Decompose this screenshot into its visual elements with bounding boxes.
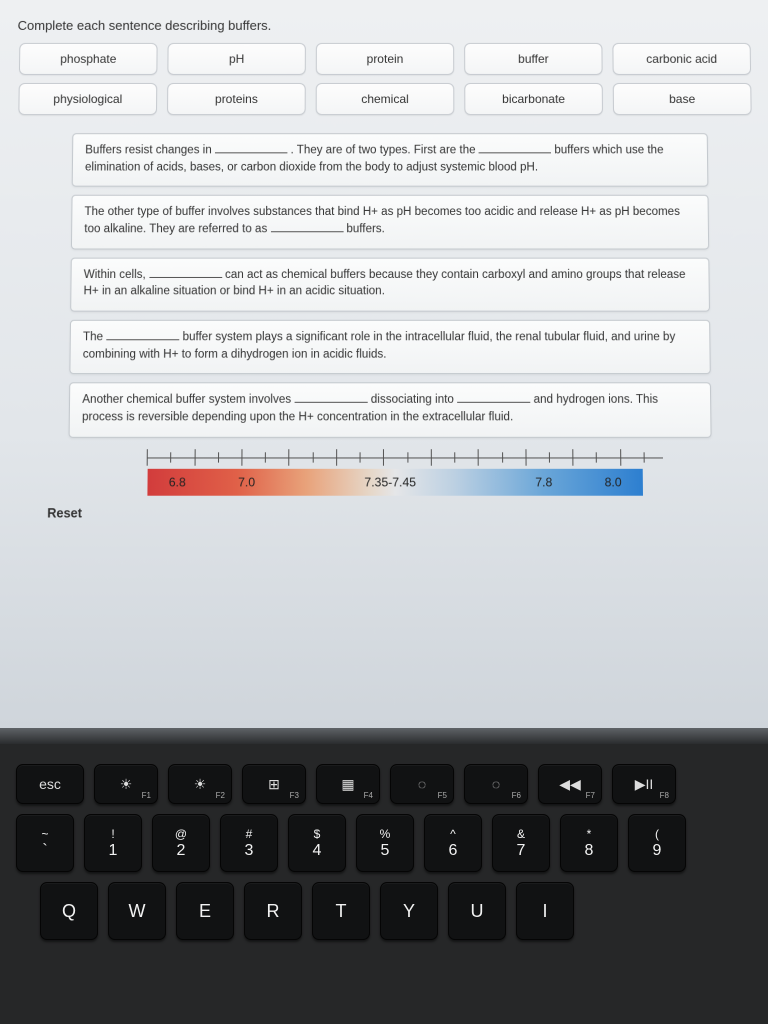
stmt-text: Another chemical buffer system involves [82,394,294,406]
ph-label: 7.8 [535,475,552,489]
drop-blank[interactable] [270,221,343,232]
statements-area: Buffers resist changes in . They are of … [7,133,764,495]
key-number: ~` [16,814,74,872]
drop-blank[interactable] [479,142,551,153]
key-letter: T [312,882,370,940]
key-letter: E [176,882,234,940]
key-number: ^6 [424,814,482,872]
keyboard-letter-row: QWERTYUI [10,882,758,940]
key-fn: ☀F2 [168,764,232,804]
key-number: @2 [152,814,210,872]
stmt-text: The [83,331,106,343]
stmt-text: dissociating into [368,394,458,406]
instruction-text: Complete each sentence describing buffer… [14,18,757,33]
key-fn: ◀◀F7 [538,764,602,804]
drop-blank[interactable] [294,392,367,403]
key-esc: esc [16,764,84,804]
ph-scale: 6.8 7.0 7.35-7.45 7.8 8.0 [119,446,672,496]
ph-ticks [119,446,671,469]
key-number: $4 [288,814,346,872]
ph-label: 6.8 [169,475,186,489]
word-chip[interactable]: protein [316,43,454,75]
stmt-text: Within cells, [84,269,149,281]
key-number: &7 [492,814,550,872]
key-letter: Y [380,882,438,940]
key-letter: W [108,882,166,940]
statement-5: Another chemical buffer system involves … [69,383,712,438]
word-chip[interactable]: phosphate [19,43,158,75]
key-fn: ☀F1 [94,764,158,804]
drop-blank[interactable] [215,142,287,153]
reset-button[interactable]: Reset [47,506,764,521]
stmt-text: . They are of two types. First are the [287,144,478,156]
word-chip[interactable]: carbonic acid [612,43,751,75]
drop-blank[interactable] [106,329,179,340]
key-letter: Q [40,882,98,940]
drop-blank[interactable] [149,267,222,278]
ph-bar: 6.8 7.0 7.35-7.45 7.8 8.0 [147,469,643,496]
key-letter: R [244,882,302,940]
key-fn: ◌F5 [390,764,454,804]
key-fn: ◌F6 [464,764,528,804]
key-letter: U [448,882,506,940]
statement-4: The buffer system plays a significant ro… [69,320,710,375]
stmt-text: buffers. [343,223,385,235]
word-chip[interactable]: bicarbonate [464,83,603,115]
key-fn: ⊞F3 [242,764,306,804]
ph-label: 7.0 [238,475,255,489]
stmt-text: Buffers resist changes in [85,144,215,156]
keyboard-num-row: ~`!1@2#3$4%5^6&7*8(9 [10,814,758,872]
ph-label: 8.0 [605,475,622,489]
key-fn: ▶IIF8 [612,764,676,804]
keyboard-fn-row: esc☀F1☀F2⊞F3▦F4◌F5◌F6◀◀F7▶IIF8 [10,764,758,804]
word-chip[interactable]: proteins [167,83,306,115]
word-chip[interactable]: pH [167,43,306,75]
key-fn: ▦F4 [316,764,380,804]
word-chip[interactable]: chemical [316,83,455,115]
physical-keyboard: esc☀F1☀F2⊞F3▦F4◌F5◌F6◀◀F7▶IIF8 ~`!1@2#3$… [0,744,768,1024]
key-number: #3 [220,814,278,872]
statement-1: Buffers resist changes in . They are of … [72,133,709,187]
key-number: *8 [560,814,618,872]
key-letter: I [516,882,574,940]
statement-3: Within cells, can act as chemical buffer… [70,257,710,311]
drop-blank[interactable] [457,392,530,403]
key-number: %5 [356,814,414,872]
quiz-screen: Complete each sentence describing buffer… [0,0,768,728]
word-chip[interactable]: physiological [18,83,157,115]
ph-label: 7.35-7.45 [364,475,416,489]
key-number: !1 [84,814,142,872]
word-chip[interactable]: base [613,83,752,115]
key-number: (9 [628,814,686,872]
word-chip[interactable]: buffer [464,43,603,75]
statement-2: The other type of buffer involves substa… [71,195,709,249]
word-bank: phosphate pH protein buffer carbonic aci… [12,43,757,115]
